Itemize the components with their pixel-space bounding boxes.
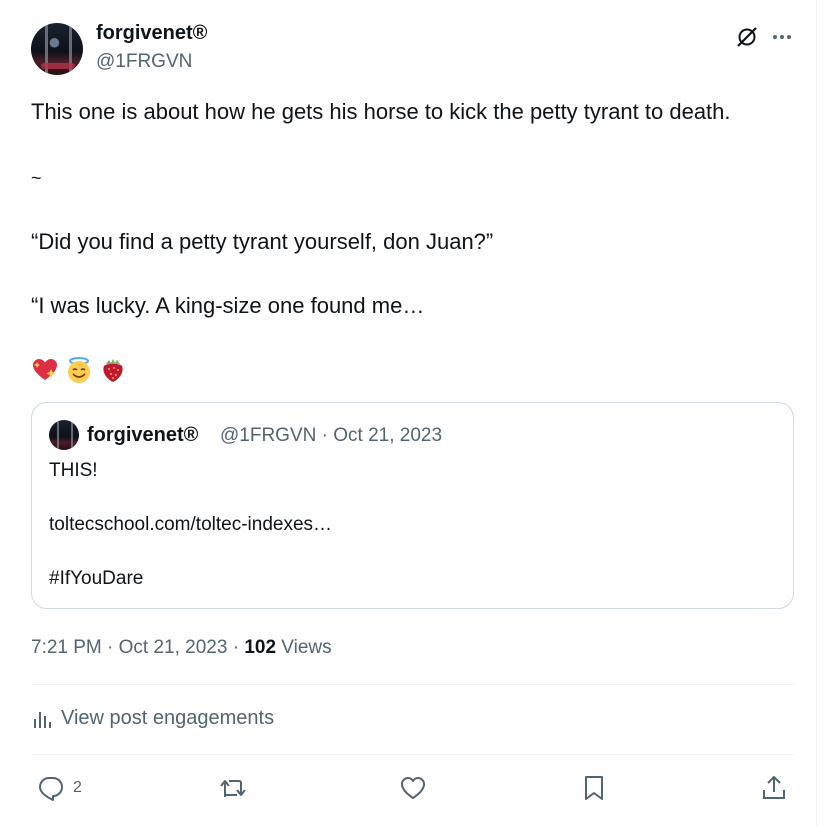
share-icon bbox=[763, 776, 785, 799]
view-engagements-link[interactable]: View post engagements bbox=[31, 707, 274, 730]
author-avatar[interactable] bbox=[31, 23, 83, 75]
time-date[interactable]: 7:21 PM · Oct 21, 2023 · bbox=[31, 637, 244, 658]
repost-icon bbox=[220, 780, 246, 797]
post-text-line-1: This one is about how he gets his horse … bbox=[31, 99, 731, 124]
smiling-face-with-halo-icon bbox=[68, 357, 90, 383]
quoted-link[interactable]: toltecschool.com/toltec-indexes… bbox=[49, 514, 332, 536]
author-handle[interactable]: @1FRGVN bbox=[96, 51, 192, 73]
post-text-line-2: ~ bbox=[31, 168, 42, 188]
reply-icon bbox=[39, 777, 63, 801]
quoted-author-avatar bbox=[49, 420, 79, 450]
share-button[interactable] bbox=[760, 774, 788, 802]
sparkling-heart-icon bbox=[33, 359, 57, 380]
repost-button[interactable] bbox=[218, 774, 248, 802]
analytics-icon bbox=[34, 711, 51, 728]
reply-count: 2 bbox=[73, 779, 82, 796]
like-icon bbox=[401, 777, 425, 799]
post-timestamp: 7:21 PM · Oct 21, 2023 · 102 Views bbox=[31, 637, 332, 659]
quoted-meta: @1FRGVN · Oct 21, 2023 bbox=[220, 425, 443, 446]
post-text-line-4: “I was lucky. A king-size one found me… bbox=[31, 293, 425, 318]
reply-button[interactable]: 2 bbox=[37, 774, 82, 802]
divider bbox=[31, 684, 794, 685]
emoji-row bbox=[31, 356, 127, 384]
quoted-post[interactable]: forgivenet® @1FRGVN · Oct 21, 2023 THIS!… bbox=[31, 402, 794, 609]
post-text-line-3: “Did you find a petty tyrant yourself, d… bbox=[31, 229, 494, 254]
views-label: Views bbox=[276, 637, 332, 658]
strawberry-icon bbox=[103, 359, 123, 382]
quoted-author-name: forgivenet® bbox=[87, 424, 199, 446]
grok-icon[interactable] bbox=[735, 25, 759, 49]
author-name[interactable]: forgivenet® bbox=[96, 22, 207, 45]
bookmark-icon bbox=[585, 776, 603, 800]
post-frame: forgivenet® @1FRGVN This one is about ho… bbox=[0, 0, 817, 826]
like-button[interactable] bbox=[399, 774, 427, 802]
more-options-icon[interactable] bbox=[770, 25, 794, 49]
quoted-text-line-1: THIS! bbox=[49, 460, 98, 481]
view-engagements-label: View post engagements bbox=[61, 707, 275, 729]
quoted-hashtag[interactable]: #IfYouDare bbox=[49, 568, 143, 590]
bookmark-button[interactable] bbox=[580, 774, 608, 802]
views-count: 102 bbox=[244, 637, 277, 658]
divider bbox=[31, 754, 794, 755]
